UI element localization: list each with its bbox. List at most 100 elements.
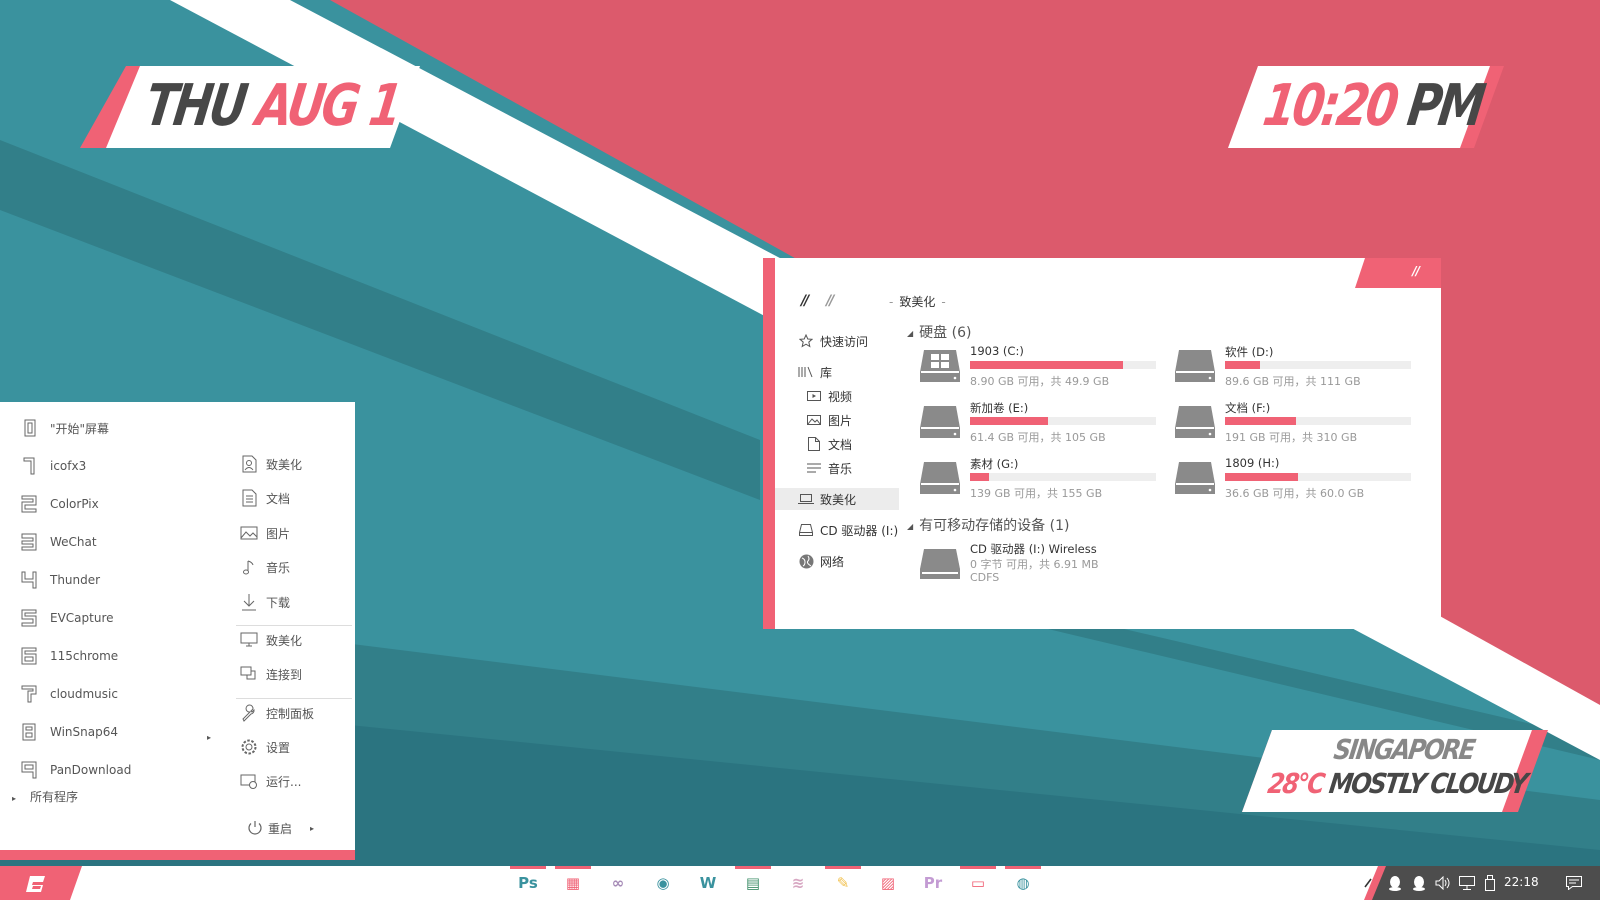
action-center-icon[interactable] bbox=[1562, 866, 1586, 900]
start-place-item[interactable]: 致美化 bbox=[240, 628, 352, 652]
app-label: PanDownload bbox=[50, 763, 132, 777]
taskbar-premiere-icon[interactable]: Pr bbox=[915, 866, 951, 900]
drive-item[interactable]: 文档 (F:) 191 GB 可用，共 310 GB bbox=[1173, 400, 1413, 448]
sidebar-label: CD 驱动器 (I:) bbox=[820, 523, 899, 538]
drive-item[interactable]: 软件 (D:) 89.6 GB 可用，共 111 GB bbox=[1173, 344, 1413, 392]
drive-item[interactable]: 新加卷 (E:) 61.4 GB 可用，共 105 GB bbox=[918, 400, 1158, 448]
taskbar-globe-app-icon[interactable]: ◍ bbox=[1005, 866, 1041, 900]
hard-drive-icon bbox=[1175, 406, 1215, 438]
taskbar-monitor-app-icon[interactable]: ▭ bbox=[960, 866, 996, 900]
app-label: icofx3 bbox=[50, 459, 87, 473]
start-place-item[interactable]: 下载 bbox=[240, 590, 352, 614]
back-button[interactable]: // bbox=[801, 293, 809, 309]
tray-qq2-icon[interactable] bbox=[1408, 866, 1430, 900]
drive-usage-fill bbox=[970, 417, 1049, 425]
tile-number-icon bbox=[18, 416, 40, 440]
removable-device[interactable]: CD 驱动器 (I:) Wireless 0 字节 可用，共 6.91 MB C… bbox=[918, 541, 1158, 591]
tray-usb-icon[interactable] bbox=[1480, 866, 1500, 900]
taskbar-pen-app-icon[interactable]: ✎ bbox=[825, 866, 861, 900]
hard-disks-header[interactable]: ◢ 硬盘 (6) bbox=[907, 322, 971, 342]
tray-network-icon[interactable] bbox=[1456, 866, 1478, 900]
app-item[interactable]: icofx3 bbox=[18, 453, 218, 479]
taskbar-word-icon[interactable]: W bbox=[690, 866, 726, 900]
sidebar-item-pictures[interactable]: 图片 bbox=[775, 409, 899, 431]
app-item[interactable]: "开始"屏幕 bbox=[18, 415, 218, 441]
taskbar-clock[interactable]: 22:18 bbox=[1504, 875, 1539, 889]
sidebar-item-quick-access[interactable]: 快速访问 bbox=[775, 330, 899, 352]
tile-number-icon bbox=[18, 758, 40, 782]
taskbar-grid-app-icon[interactable]: ▦ bbox=[555, 866, 591, 900]
start-place-label: 致美化 bbox=[266, 457, 303, 472]
start-place-item[interactable]: 文档 bbox=[240, 486, 352, 510]
tile-number-icon bbox=[18, 530, 40, 554]
start-place-item[interactable]: 致美化 bbox=[240, 452, 352, 476]
start-button[interactable] bbox=[24, 873, 50, 895]
app-item[interactable]: EVCapture bbox=[18, 605, 218, 631]
app-item[interactable]: 115chrome bbox=[18, 643, 218, 669]
start-place-label: 运行... bbox=[266, 774, 302, 789]
sidebar-label: 网络 bbox=[820, 554, 845, 569]
picture-icon bbox=[240, 524, 258, 542]
sidebar-item-library[interactable]: 库 bbox=[775, 361, 899, 383]
forward-button[interactable]: // bbox=[826, 293, 834, 309]
start-place-item[interactable]: 运行... bbox=[240, 769, 352, 793]
app-item[interactable]: PanDownload bbox=[18, 757, 218, 783]
start-place-label: 图片 bbox=[266, 526, 291, 541]
sidebar-item-music[interactable]: 音乐 bbox=[775, 457, 899, 479]
start-place-item[interactable]: 控制面板 bbox=[240, 701, 352, 725]
taskbar-sheet-app-icon[interactable]: ▤ bbox=[735, 866, 771, 900]
taskbar-camera-app-icon[interactable]: ◉ bbox=[645, 866, 681, 900]
tray-qq-icon[interactable] bbox=[1384, 866, 1406, 900]
taskbar-link-app-icon[interactable]: ∞ bbox=[600, 866, 636, 900]
drive-usage-bar bbox=[970, 473, 1156, 481]
drive-usage-fill bbox=[1225, 473, 1298, 481]
app-item[interactable]: Thunder bbox=[18, 567, 218, 593]
app-item[interactable]: cloudmusic bbox=[18, 681, 218, 707]
start-place-label: 文档 bbox=[266, 491, 291, 506]
start-place-label: 设置 bbox=[266, 740, 291, 755]
app-label: Thunder bbox=[50, 573, 101, 587]
sidebar-item-network[interactable]: 网络 bbox=[775, 550, 899, 572]
taskbar-glyph: ▨ bbox=[880, 874, 896, 892]
removable-device-fs: CDFS bbox=[970, 571, 1000, 584]
taskbar-photoshop-icon[interactable]: Ps bbox=[510, 866, 546, 900]
app-item[interactable]: WinSnap64 bbox=[18, 719, 218, 745]
taskbar-paint-app-icon[interactable]: ▨ bbox=[870, 866, 906, 900]
sidebar-label: 快速访问 bbox=[820, 334, 869, 349]
cd-device-icon bbox=[920, 549, 960, 579]
sidebar-item-videos[interactable]: 视频 bbox=[775, 385, 899, 407]
tray-volume-icon[interactable] bbox=[1432, 866, 1454, 900]
all-programs-button[interactable]: ▸ 所有程序 bbox=[12, 788, 78, 805]
drive-size: 36.6 GB 可用，共 60.0 GB bbox=[1225, 487, 1365, 500]
drive-item[interactable]: 素材 (G:) 139 GB 可用，共 155 GB bbox=[918, 456, 1158, 504]
app-item[interactable]: WeChat bbox=[18, 529, 218, 555]
winsnap-expand-arrow[interactable]: ▸ bbox=[207, 733, 211, 742]
explorer-corner-button[interactable]: // bbox=[1355, 258, 1441, 288]
app-label: cloudmusic bbox=[50, 687, 118, 701]
restart-button[interactable]: 重启 ▸ bbox=[246, 816, 314, 840]
document-icon bbox=[806, 436, 822, 452]
app-item[interactable]: ColorPix bbox=[18, 491, 218, 517]
drive-name: 软件 (D:) bbox=[1225, 345, 1274, 359]
drive-name: 1809 (H:) bbox=[1225, 456, 1280, 470]
taskbar-ruler-app-icon[interactable]: ≋ bbox=[780, 866, 816, 900]
start-place-item[interactable]: 连接到 bbox=[240, 662, 352, 686]
start-place-item[interactable]: 音乐 bbox=[240, 555, 352, 579]
start-place-item[interactable]: 图片 bbox=[240, 521, 352, 545]
restart-options-arrow[interactable]: ▸ bbox=[310, 824, 314, 833]
sidebar-item-this-pc[interactable]: 致美化 bbox=[775, 488, 899, 510]
drive-usage-bar bbox=[1225, 417, 1411, 425]
drive-usage-fill bbox=[970, 361, 1123, 369]
taskbar-glyph: ≋ bbox=[791, 874, 805, 892]
weather-widget: SINGAPORE 28°C MOSTLY CLOUDY bbox=[1242, 730, 1548, 812]
hard-drive-icon bbox=[920, 462, 960, 494]
sidebar-item-cd-drive[interactable]: CD 驱动器 (I:) bbox=[775, 519, 899, 541]
start-place-item[interactable]: 设置 bbox=[240, 735, 352, 759]
sidebar-item-documents[interactable]: 文档 bbox=[775, 433, 899, 455]
drive-item[interactable]: 1903 (C:) 8.90 GB 可用，共 49.9 GB bbox=[918, 344, 1158, 392]
removable-header[interactable]: ◢ 有可移动存储的设备 (1) bbox=[907, 515, 1069, 535]
drive-item[interactable]: 1809 (H:) 36.6 GB 可用，共 60.0 GB bbox=[1173, 456, 1413, 504]
document-icon bbox=[240, 489, 258, 507]
address-bar[interactable]: - 致美化 - bbox=[883, 293, 952, 310]
tray-show-hidden-icon[interactable] bbox=[1358, 866, 1378, 900]
